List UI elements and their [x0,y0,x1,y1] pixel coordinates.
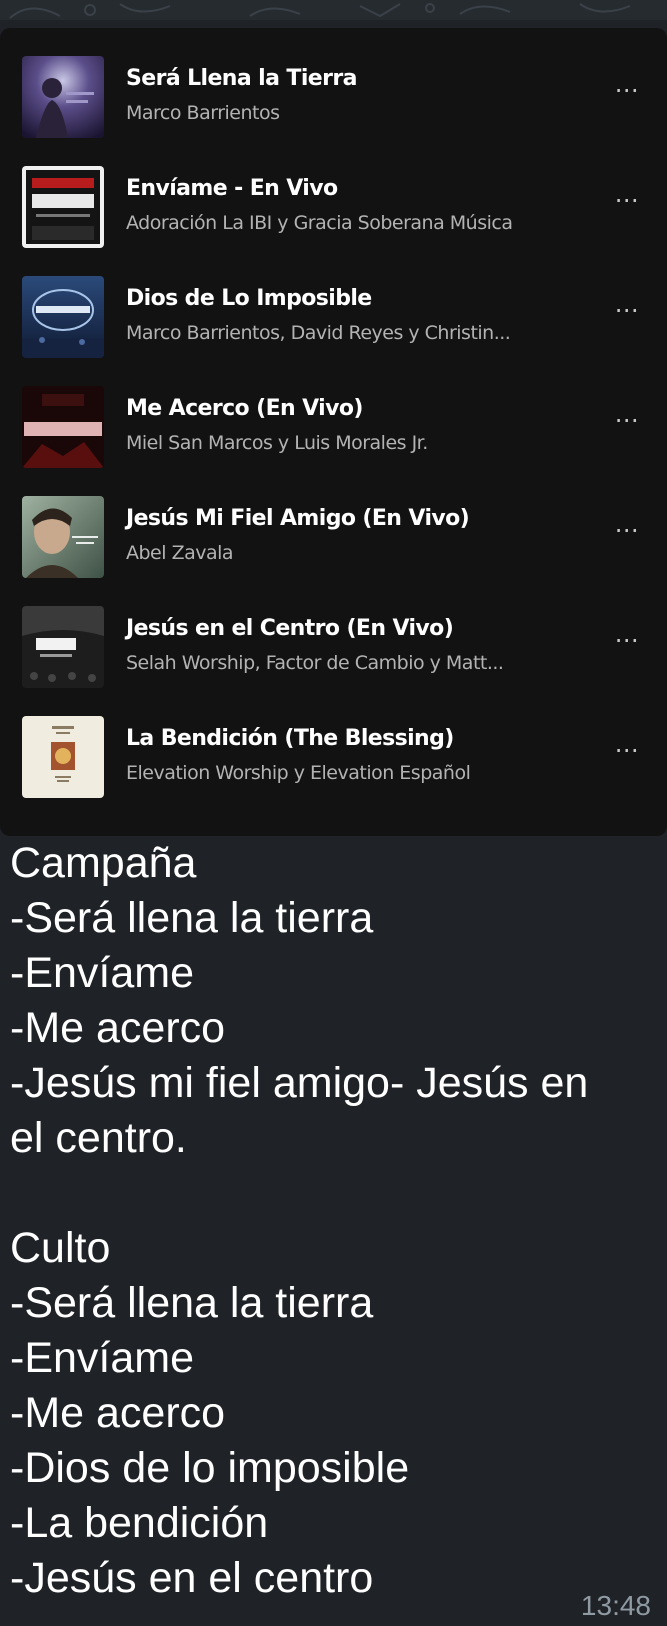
track-row[interactable]: Jesús Mi Fiel Amigo (En Vivo) Abel Zaval… [0,496,667,606]
track-row[interactable]: Envíame - En Vivo Adoración La IBI y Gra… [0,166,667,276]
track-artist: Marco Barrientos [126,102,280,124]
message-line: -Me acerco [10,1004,226,1052]
message-line: Culto [10,1224,111,1272]
wallpaper-doodle-icon [9,3,631,19]
message-line: Campaña [10,839,197,887]
track-artist: Adoración La IBI y Gracia Soberana Músic… [126,212,513,234]
message-line: -Será llena la tierra [10,894,374,942]
more-options-icon[interactable]: ⋯ [609,408,645,432]
more-options-icon[interactable]: ⋯ [609,518,645,542]
chat-wallpaper-strip [0,0,667,20]
message-line: -Jesús en el centro [10,1554,374,1602]
more-options-icon[interactable]: ⋯ [609,628,645,652]
track-title: Jesús Mi Fiel Amigo (En Vivo) [126,506,470,531]
track-row[interactable]: Dios de Lo Imposible Marco Barrientos, D… [0,276,667,386]
message-line: -La bendición [10,1499,269,1547]
track-row[interactable]: Me Acerco (En Vivo) Miel San Marcos y Lu… [0,386,667,496]
album-cover-el-encuentro [22,276,104,358]
playlist-preview-card[interactable]: Será Llena la Tierra Marco Barrientos ⋯ … [0,28,667,836]
message-line: -Será llena la tierra [10,1279,374,1327]
track-row[interactable]: Será Llena la Tierra Marco Barrientos ⋯ [0,56,667,166]
album-cover-portrait [22,496,104,578]
track-title: Dios de Lo Imposible [126,286,372,311]
track-row[interactable]: Jesús en el Centro (En Vivo) Selah Worsh… [0,606,667,716]
message-timestamp: 13:48 [580,1590,651,1621]
message-line: -Envíame [10,949,195,997]
message-line: -Dios de lo imposible [10,1444,410,1492]
more-options-icon[interactable]: ⋯ [609,738,645,762]
message-line: -Jesús mi fiel amigo- Jesús en [10,1059,589,1107]
track-row[interactable]: La Bendición (The Blessing) Elevation Wo… [0,716,667,826]
track-artist: Marco Barrientos, David Reyes y Christin… [126,322,511,344]
track-artist: Abel Zavala [126,542,234,564]
album-cover-pentecostes [22,386,104,468]
message-line: el centro. [10,1114,187,1162]
track-title: Envíame - En Vivo [126,176,338,201]
message-line: -Envíame [10,1334,195,1382]
more-options-icon[interactable]: ⋯ [609,78,645,102]
track-artist: Selah Worship, Factor de Cambio y Matt..… [126,652,504,674]
album-cover-la-salvacion [22,166,104,248]
track-artist: Miel San Marcos y Luis Morales Jr. [126,432,428,454]
more-options-icon[interactable]: ⋯ [609,298,645,322]
track-title: Será Llena la Tierra [126,66,357,91]
track-artist: Elevation Worship y Elevation Español [126,762,471,784]
album-cover-man-singing [22,56,104,138]
track-title: Jesús en el Centro (En Vivo) [126,616,454,641]
track-title: La Bendición (The Blessing) [126,726,454,751]
more-options-icon[interactable]: ⋯ [609,188,645,212]
album-cover-la-bendicion [22,716,104,798]
track-title: Me Acerco (En Vivo) [126,396,363,421]
message-text: Campaña -Será llena la tierra -Envíame -… [10,836,650,1606]
message-line: -Me acerco [10,1389,226,1437]
album-cover-jesus [22,606,104,688]
message-bubble[interactable]: Será Llena la Tierra Marco Barrientos ⋯ … [0,20,667,1626]
